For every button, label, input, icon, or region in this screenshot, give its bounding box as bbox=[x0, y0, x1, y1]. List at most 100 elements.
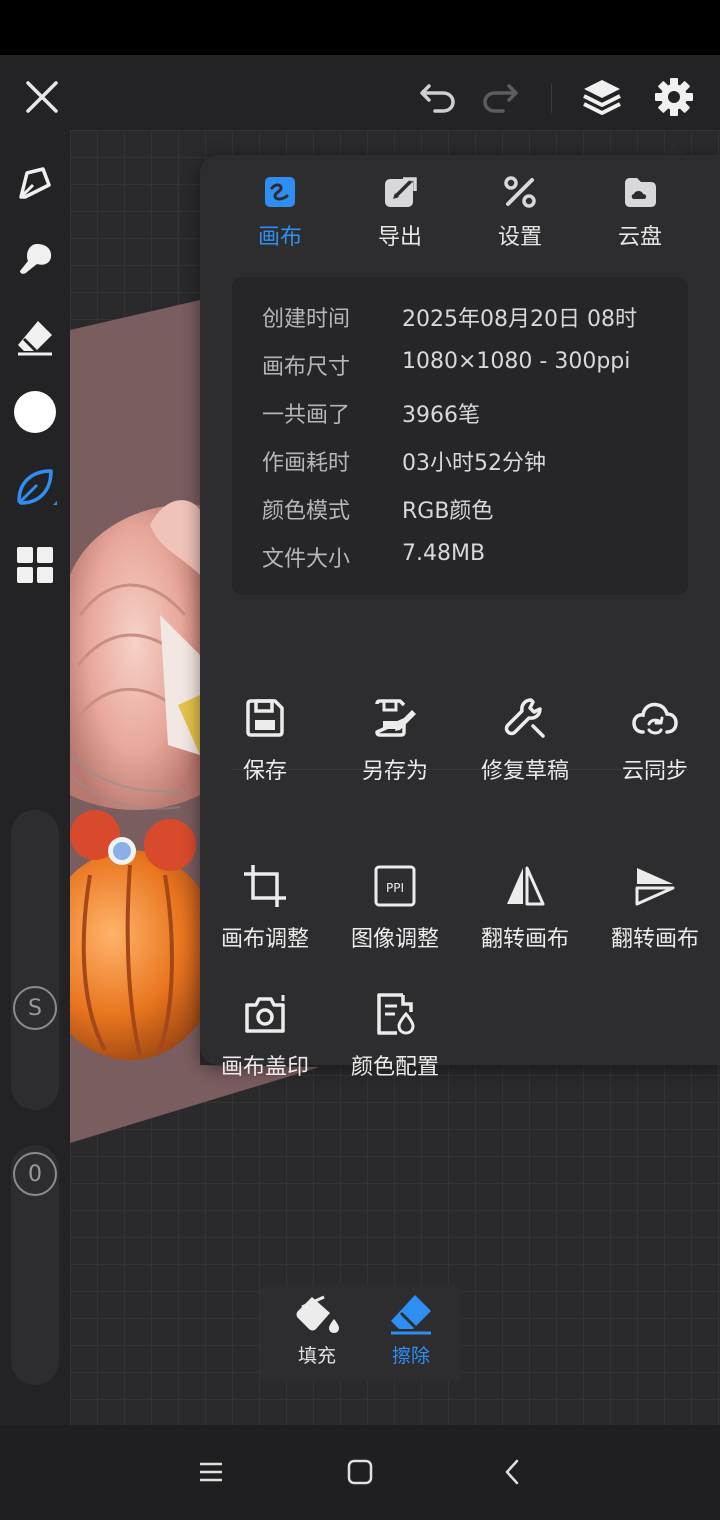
system-nav-bar bbox=[0, 1425, 720, 1520]
action-label: 颜色配置 bbox=[350, 1055, 439, 1080]
tab-label: 云盘 bbox=[617, 225, 662, 250]
crop-icon bbox=[244, 865, 286, 907]
image-adjust-button[interactable]: PPI 图像调整 bbox=[330, 861, 460, 961]
settings-tools-icon bbox=[504, 176, 536, 208]
svg-text:PPI: PPI bbox=[386, 881, 404, 895]
canvas-icon bbox=[265, 177, 295, 207]
info-value: RGB颜色 bbox=[402, 499, 494, 524]
ppi-icon: PPI bbox=[374, 865, 416, 907]
pen-nib-icon bbox=[19, 167, 51, 199]
cloud-drive-icon bbox=[625, 178, 656, 207]
tab-label: 画布 bbox=[257, 225, 302, 250]
layers-icon bbox=[583, 80, 621, 115]
tab-export[interactable]: 导出 bbox=[340, 175, 460, 255]
info-row-color-mode: 颜色模式 RGB颜色 bbox=[262, 493, 682, 525]
info-value: 3966笔 bbox=[402, 403, 480, 428]
undo-icon bbox=[420, 84, 455, 113]
left-toolbar: S 0 bbox=[0, 130, 70, 1425]
home-square-icon bbox=[347, 1459, 373, 1485]
cloud-sync-icon bbox=[632, 702, 678, 735]
redo-button[interactable] bbox=[477, 73, 525, 121]
repair-draft-button[interactable]: 修复草稿 bbox=[460, 693, 590, 793]
tab-label: 设置 bbox=[497, 225, 542, 250]
info-key: 一共画了 bbox=[262, 403, 351, 428]
smudge-icon bbox=[20, 244, 52, 274]
action-label: 画布调整 bbox=[220, 927, 309, 952]
canvas-stamp-button[interactable]: 画布盖印 bbox=[200, 989, 330, 1089]
color-swatch bbox=[14, 391, 56, 433]
camera-stamp-icon bbox=[245, 995, 285, 1033]
erase-button[interactable]: 擦除 bbox=[366, 1293, 456, 1373]
leaf-brush-icon bbox=[17, 469, 57, 505]
recent-apps-button[interactable] bbox=[186, 1447, 236, 1497]
save-icon bbox=[246, 699, 284, 737]
size-slider[interactable] bbox=[11, 810, 59, 1110]
brush-tool[interactable] bbox=[10, 462, 60, 512]
action-label: 翻转画布 bbox=[610, 927, 699, 952]
fill-erase-toggle: 填充 擦除 bbox=[260, 1285, 460, 1381]
layers-button[interactable] bbox=[576, 71, 628, 123]
smudge-tool[interactable] bbox=[10, 235, 60, 285]
canvas-info: 创建时间 2025年08月20日 08时 画布尺寸 1080×1080 - 30… bbox=[232, 277, 688, 595]
back-button[interactable] bbox=[487, 1447, 537, 1497]
info-key: 作画耗时 bbox=[262, 451, 351, 476]
save-as-button[interactable]: 另存为 bbox=[330, 693, 460, 793]
eraser-icon bbox=[18, 321, 52, 356]
info-key: 画布尺寸 bbox=[262, 355, 351, 380]
save-button[interactable]: 保存 bbox=[200, 693, 330, 793]
menu-lines-icon bbox=[200, 1462, 222, 1482]
panel-divider bbox=[232, 769, 688, 770]
action-label: 画布盖印 bbox=[220, 1055, 309, 1080]
panel-arrow bbox=[662, 143, 686, 155]
fill-label: 填充 bbox=[297, 1345, 336, 1367]
more-tools[interactable] bbox=[10, 540, 60, 590]
info-row-size: 画布尺寸 1080×1080 - 300ppi bbox=[262, 349, 682, 381]
gear-icon bbox=[655, 78, 693, 116]
tab-cloud-drive[interactable]: 云盘 bbox=[580, 175, 700, 255]
info-row-time: 作画耗时 03小时52分钟 bbox=[262, 445, 682, 477]
paint-bucket-icon bbox=[296, 1295, 339, 1333]
pen-tool[interactable] bbox=[10, 158, 60, 208]
cloud-sync-button[interactable]: 云同步 bbox=[590, 693, 720, 793]
canvas-settings-panel: 画布 导出 设置 云盘 创建时间 2025年08月20日 08时 画布尺寸 10… bbox=[200, 155, 720, 1080]
close-button[interactable] bbox=[18, 73, 66, 121]
repair-wrench-icon bbox=[504, 698, 545, 738]
back-chevron-icon bbox=[505, 1459, 519, 1485]
info-key: 文件大小 bbox=[262, 547, 351, 572]
info-value: 7.48MB bbox=[402, 541, 486, 566]
status-bar bbox=[0, 0, 720, 55]
info-row-file-size: 文件大小 7.48MB bbox=[262, 541, 682, 573]
top-divider bbox=[551, 83, 552, 113]
erase-label: 擦除 bbox=[391, 1345, 430, 1367]
flip-vertical-icon bbox=[635, 868, 675, 906]
eraser-icon bbox=[391, 1295, 431, 1335]
home-button[interactable] bbox=[335, 1447, 385, 1497]
drawing-app: S 0 画布 导出 设置 云盘 创建时间 2025年08月20日 08时 画布尺… bbox=[0, 55, 720, 1425]
settings-button[interactable] bbox=[648, 71, 700, 123]
undo-button[interactable] bbox=[413, 73, 461, 121]
info-value: 1080×1080 - 300ppi bbox=[402, 349, 631, 374]
flip-horizontal-button[interactable]: 翻转画布 bbox=[460, 861, 590, 961]
info-value: 03小时52分钟 bbox=[402, 451, 546, 476]
fill-button[interactable]: 填充 bbox=[272, 1293, 362, 1373]
color-profile-button[interactable]: 颜色配置 bbox=[330, 989, 460, 1089]
redo-icon bbox=[483, 84, 518, 113]
info-row-created: 创建时间 2025年08月20日 08时 bbox=[262, 301, 682, 335]
size-slider-knob[interactable]: S bbox=[13, 986, 57, 1030]
save-as-icon bbox=[375, 699, 416, 737]
eraser-tool[interactable] bbox=[10, 312, 60, 362]
tab-canvas[interactable]: 画布 bbox=[220, 175, 340, 255]
color-profile-icon bbox=[377, 993, 415, 1035]
opacity-slider-knob[interactable]: 0 bbox=[13, 1152, 57, 1196]
close-icon bbox=[26, 81, 58, 113]
info-key: 创建时间 bbox=[262, 307, 351, 332]
grid-apps-icon bbox=[17, 547, 53, 583]
tab-settings[interactable]: 设置 bbox=[460, 175, 580, 255]
info-value: 2025年08月20日 08时 bbox=[402, 307, 637, 332]
action-label: 翻转画布 bbox=[480, 927, 569, 952]
flip-vertical-button[interactable]: 翻转画布 bbox=[590, 861, 720, 961]
tab-label: 导出 bbox=[377, 225, 422, 250]
canvas-adjust-button[interactable]: 画布调整 bbox=[200, 861, 330, 961]
color-picker[interactable] bbox=[10, 387, 60, 437]
export-icon bbox=[385, 177, 417, 207]
